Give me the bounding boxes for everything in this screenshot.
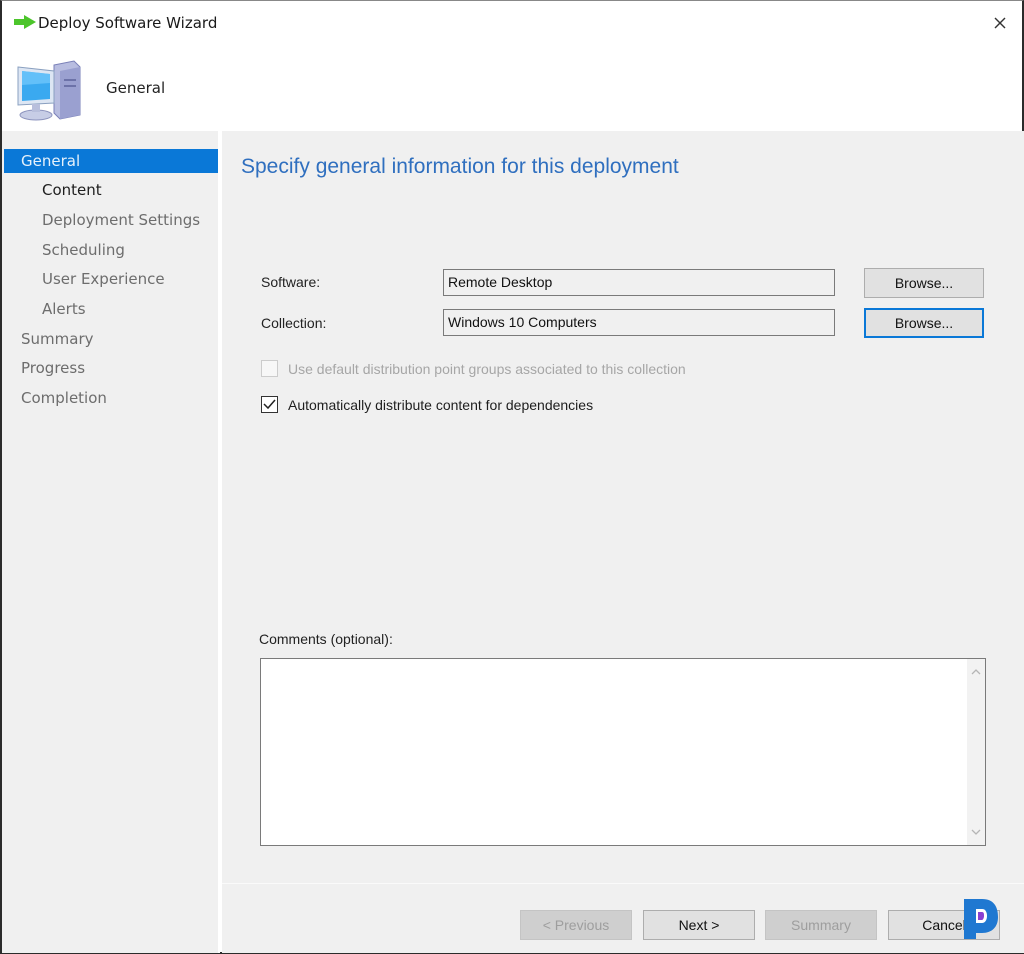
sidebar-item-label: Progress [21,359,86,377]
summary-button[interactable]: Summary [765,910,877,940]
sidebar-item-label: General [21,152,81,170]
sidebar-item-deployment-settings[interactable]: Deployment Settings [4,208,200,232]
auto-distribute-row: Automatically distribute content for dep… [261,396,593,413]
watermark-logo-icon [964,899,998,939]
collection-label: Collection: [261,315,327,331]
close-icon [994,17,1006,29]
sidebar-item-summary[interactable]: Summary [4,327,94,351]
window-title: Deploy Software Wizard [38,14,218,32]
sidebar-item-user-experience[interactable]: User Experience [4,267,165,291]
scroll-up-button[interactable] [967,663,985,681]
software-field[interactable]: Remote Desktop [443,269,835,296]
comments-textarea[interactable] [261,659,985,845]
sidebar-item-completion[interactable]: Completion [4,386,107,410]
sidebar-item-progress[interactable]: Progress [4,356,85,380]
sidebar-item-label: Content [42,181,102,199]
default-dp-groups-row: Use default distribution point groups as… [261,360,686,377]
comments-box [260,658,986,846]
checkmark-icon [263,399,276,410]
chevron-down-icon [971,829,981,835]
scroll-down-button[interactable] [967,823,985,841]
auto-distribute-label: Automatically distribute content for dep… [288,396,594,413]
collection-browse-button[interactable]: Browse... [864,308,984,338]
wizard-footer: < Previous Next > Summary Cancel [222,883,1024,953]
auto-distribute-checkbox[interactable] [261,396,278,413]
wizard-window: Deploy Software Wizard General General C… [0,0,1024,954]
sidebar-item-alerts[interactable]: Alerts [4,297,86,321]
sidebar-item-content[interactable]: Content [4,178,102,202]
close-button[interactable] [986,9,1014,37]
software-label: Software: [261,274,321,290]
main-panel: Specify general information for this dep… [222,131,1024,883]
wizard-steps-sidebar: General Content Deployment Settings Sche… [2,131,220,953]
title-bar: Deploy Software Wizard [2,1,1022,45]
previous-button[interactable]: < Previous [520,910,632,940]
chevron-up-icon [971,669,981,675]
sidebar-item-label: Scheduling [42,241,125,259]
sidebar-item-label: Completion [21,389,107,407]
software-browse-button[interactable]: Browse... [864,268,984,298]
next-button[interactable]: Next > [643,910,755,940]
page-heading: Specify general information for this dep… [241,155,679,178]
default-dp-groups-checkbox[interactable] [261,360,278,377]
sidebar-item-label: Summary [21,330,94,348]
header-title: General [106,79,166,97]
collection-field[interactable]: Windows 10 Computers [443,309,835,336]
comments-label: Comments (optional): [259,631,393,647]
comments-scrollbar[interactable] [967,659,985,845]
sidebar-item-label: Deployment Settings [42,211,201,229]
wizard-header: General [2,45,1022,131]
default-dp-groups-label: Use default distribution point groups as… [288,360,686,377]
computer-icon [17,60,81,121]
green-arrow-icon [14,15,36,29]
sidebar-item-scheduling[interactable]: Scheduling [4,238,125,262]
sidebar-item-general[interactable]: General [4,149,218,173]
sidebar-item-label: Alerts [42,300,86,318]
sidebar-item-label: User Experience [42,270,165,288]
